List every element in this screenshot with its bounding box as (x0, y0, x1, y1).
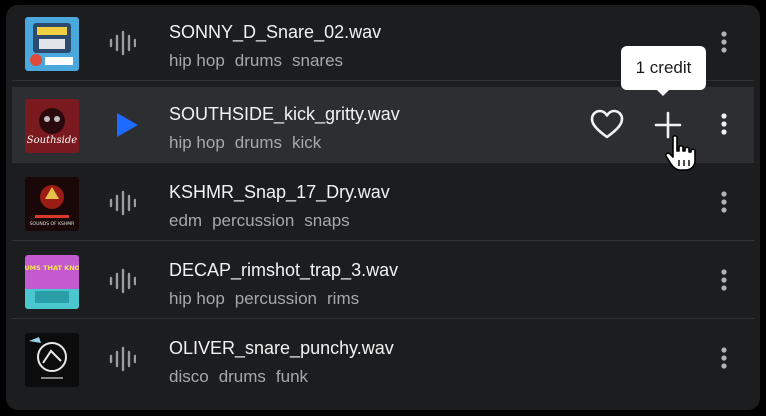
sample-tags: hip hop drums kick (169, 133, 331, 153)
more-options-icon[interactable] (712, 27, 736, 57)
heart-icon[interactable] (590, 109, 624, 141)
sample-row[interactable]: OLIVER_snare_punchy.wav disco drums funk (12, 321, 754, 397)
tag[interactable]: drums (219, 367, 266, 387)
sample-filename[interactable]: KSHMR_Snap_17_Dry.wav (169, 182, 390, 203)
sample-filename[interactable]: SOUTHSIDE_kick_gritty.wav (169, 104, 400, 125)
tag[interactable]: drums (235, 133, 282, 153)
pack-cover-art[interactable]: Southside (25, 99, 79, 153)
cover-text: Southside (27, 135, 78, 146)
sample-tags: disco drums funk (169, 367, 318, 387)
credit-tooltip: 1 credit (621, 46, 706, 90)
tag[interactable]: edm (169, 211, 202, 231)
tag[interactable]: rims (327, 289, 359, 309)
tag[interactable]: hip hop (169, 289, 225, 309)
sample-filename[interactable]: SONNY_D_Snare_02.wav (169, 22, 381, 43)
more-options-icon[interactable] (712, 265, 736, 295)
tag[interactable]: snares (292, 51, 343, 71)
more-options-icon[interactable] (712, 109, 736, 139)
waveform-icon (109, 346, 136, 372)
tag[interactable]: drums (235, 51, 282, 71)
sample-row[interactable]: Southside SOUTHSIDE_kick_gritty.wav hip … (12, 87, 754, 163)
cover-text: SOUNDS OF KSHMR (30, 221, 75, 227)
pack-cover-art[interactable]: DRUMS THAT KNOCK (25, 255, 79, 309)
waveform-icon (109, 30, 136, 56)
tag[interactable]: funk (276, 367, 308, 387)
tag[interactable]: hip hop (169, 51, 225, 71)
tag[interactable]: percussion (212, 211, 294, 231)
waveform-icon (109, 190, 136, 216)
sample-tags: hip hop drums snares (169, 51, 353, 71)
cover-text: DRUMS THAT KNOCK (25, 264, 79, 272)
tag[interactable]: percussion (235, 289, 317, 309)
waveform-icon (109, 268, 136, 294)
sample-row[interactable]: DRUMS THAT KNOCK DECAP_rimshot_trap_3.wa… (12, 243, 754, 319)
more-options-icon[interactable] (712, 187, 736, 217)
play-icon[interactable] (114, 111, 140, 139)
tag[interactable]: snaps (304, 211, 349, 231)
tag[interactable]: disco (169, 367, 209, 387)
sample-filename[interactable]: OLIVER_snare_punchy.wav (169, 338, 394, 359)
pack-cover-art[interactable] (25, 333, 79, 387)
tag[interactable]: hip hop (169, 133, 225, 153)
sample-row[interactable]: SOUNDS OF KSHMR KSHMR_Snap_17_Dry.wav ed… (12, 165, 754, 241)
pack-cover-art[interactable] (25, 17, 79, 71)
sample-filename[interactable]: DECAP_rimshot_trap_3.wav (169, 260, 398, 281)
sample-tags: hip hop percussion rims (169, 289, 369, 309)
tooltip-arrow (656, 89, 670, 96)
sample-tags: edm percussion snaps (169, 211, 360, 231)
tag[interactable]: kick (292, 133, 321, 153)
pack-cover-art[interactable]: SOUNDS OF KSHMR (25, 177, 79, 231)
hand-pointer-cursor-icon (665, 135, 696, 171)
more-options-icon[interactable] (712, 343, 736, 373)
